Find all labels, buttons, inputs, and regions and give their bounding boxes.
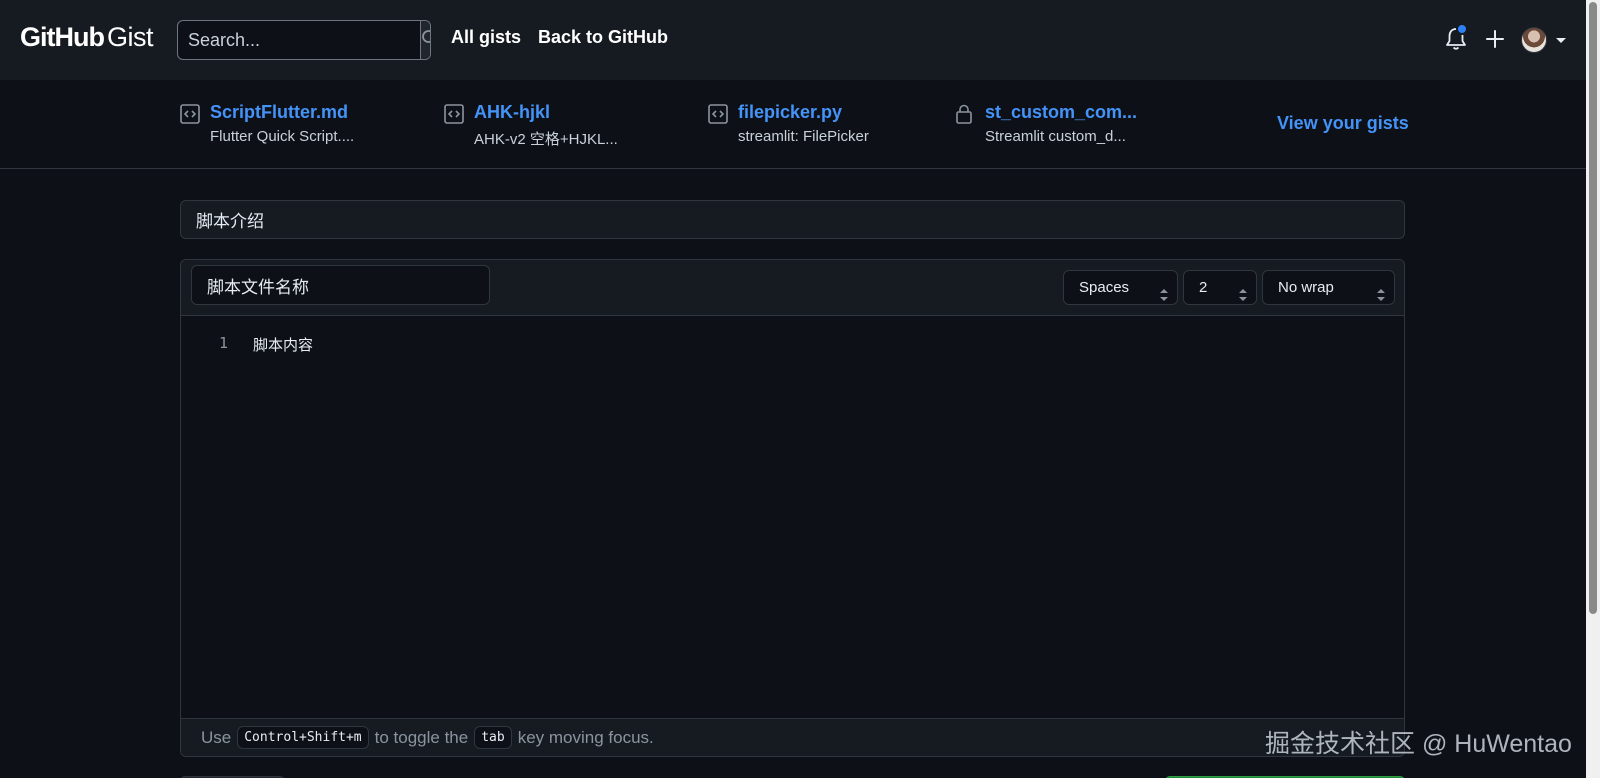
gist-title[interactable]: st_custom_com... <box>985 102 1137 123</box>
gist-description: streamlit: FilePicker <box>738 128 869 145</box>
logo-gist-text: Gist <box>106 22 154 52</box>
indent-mode-value: Spaces <box>1079 279 1130 296</box>
scrollbar-thumb[interactable] <box>1589 2 1597 614</box>
nav-all-gists[interactable]: All gists <box>451 27 521 48</box>
notification-dot <box>1456 23 1468 35</box>
logo-github-text: GitHub <box>20 22 105 52</box>
tab-kbd: tab <box>474 726 512 749</box>
watermark: 掘金技术社区 @ HuWentao <box>1265 730 1572 758</box>
gist-description: Flutter Quick Script.... <box>210 128 355 145</box>
filename-input[interactable] <box>191 265 490 305</box>
select-arrows-icon <box>1376 281 1386 314</box>
indent-mode-select[interactable]: Spaces <box>1063 270 1178 305</box>
recent-gist-item[interactable]: AHK-hjkl AHK-v2 空格+HJKL... <box>474 102 618 149</box>
top-header: GitHub Gist All gists Back to GitHub <box>0 0 1586 80</box>
hint-use: Use <box>201 727 232 747</box>
gist-title[interactable]: filepicker.py <box>738 102 869 123</box>
search-input[interactable] <box>178 21 420 59</box>
hint-key-moving: key moving focus. <box>517 727 654 747</box>
recent-gist-item[interactable]: filepicker.py streamlit: FilePicker <box>738 102 869 145</box>
search-box <box>177 20 431 60</box>
line-number: 1 <box>219 334 229 352</box>
lock-icon <box>955 104 973 129</box>
gist-description: Streamlit custom_d... <box>985 128 1126 145</box>
search-button[interactable] <box>420 21 430 59</box>
editor-footer-hint: Use Control+Shift+m to toggle the tab ke… <box>181 718 1404 756</box>
view-your-gists-link[interactable]: View your gists <box>1277 113 1409 134</box>
code-square-icon <box>444 104 464 129</box>
hint-to-toggle: to toggle the <box>374 727 469 747</box>
indent-size-value: 2 <box>1199 279 1208 296</box>
page-scrollbar[interactable] <box>1586 0 1600 778</box>
code-editor[interactable]: 1 脚本内容 <box>181 316 1404 719</box>
nav-back-to-github[interactable]: Back to GitHub <box>538 27 668 48</box>
file-editor-box: Spaces 2 No wrap 1 脚本内容 Use Control+Shif… <box>180 259 1405 757</box>
gist-description-input[interactable] <box>180 200 1405 239</box>
github-gist-logo[interactable]: GitHub Gist <box>20 22 154 58</box>
gist-title[interactable]: AHK-hjkl <box>474 102 618 123</box>
shortcut-kbd: Control+Shift+m <box>237 726 369 749</box>
gist-title[interactable]: ScriptFlutter.md <box>210 102 354 123</box>
code-square-icon <box>708 104 728 129</box>
code-square-icon <box>180 104 200 129</box>
select-arrows-icon <box>1159 281 1169 314</box>
wrap-mode-select[interactable]: No wrap <box>1262 270 1395 305</box>
recent-gist-item[interactable]: ScriptFlutter.md Flutter Quick Script...… <box>210 102 354 145</box>
file-header: Spaces 2 No wrap <box>181 260 1404 316</box>
avatar[interactable] <box>1521 27 1547 53</box>
wrap-mode-value: No wrap <box>1278 279 1334 296</box>
search-icon <box>421 29 430 52</box>
chevron-down-icon[interactable] <box>1555 37 1567 45</box>
select-arrows-icon <box>1238 281 1248 314</box>
code-line[interactable]: 脚本内容 <box>253 334 313 355</box>
recent-gist-item[interactable]: st_custom_com... Streamlit custom_d... <box>985 102 1137 145</box>
gist-description: AHK-v2 空格+HJKL... <box>474 131 618 148</box>
plus-icon[interactable] <box>1486 30 1504 48</box>
indent-size-select[interactable]: 2 <box>1183 270 1257 305</box>
